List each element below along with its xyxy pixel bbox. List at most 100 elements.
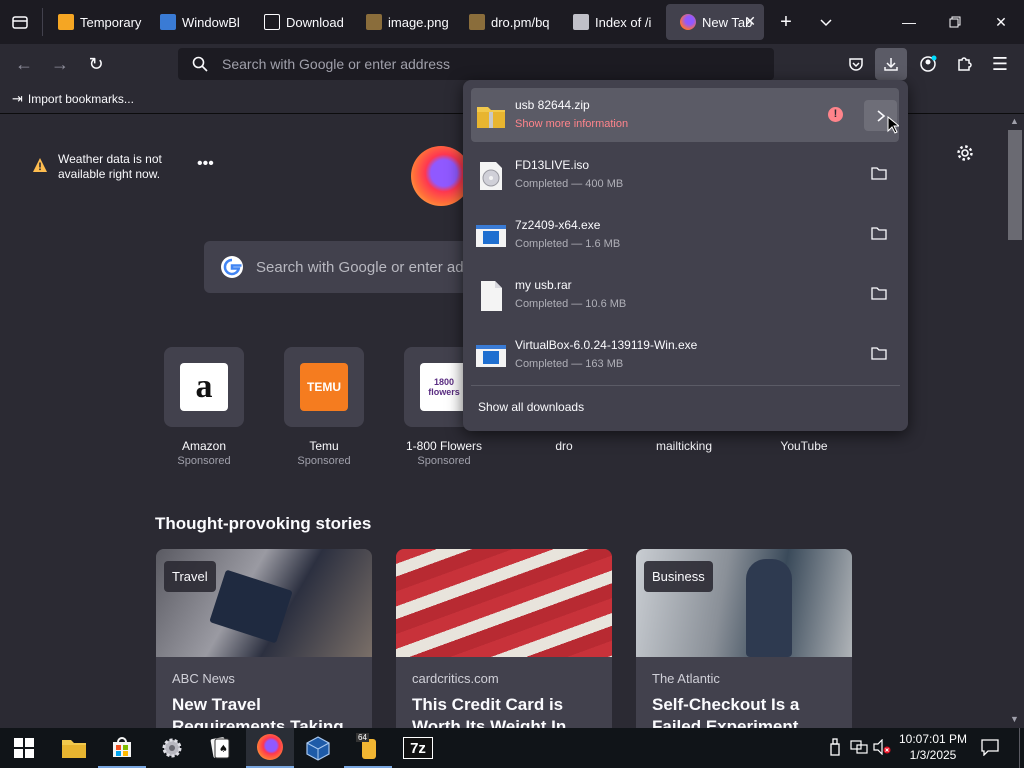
action-center-button[interactable] — [980, 738, 1000, 761]
tab-title: dro.pm/bq — [491, 14, 550, 30]
taskbar-7zip[interactable]: 7z — [394, 728, 442, 768]
shortcut-amazon[interactable]: a Amazon Sponsored — [164, 347, 244, 467]
windowblinds-icon — [160, 14, 176, 30]
folder-icon[interactable] — [871, 286, 887, 300]
taskbar-virtualbox[interactable] — [294, 728, 342, 768]
amazon-logo-icon: a — [180, 363, 228, 411]
tab-temporary[interactable]: Temporary — [44, 4, 144, 40]
taskbar-solitaire[interactable]: ♠ — [196, 728, 244, 768]
volume-muted-tray-icon[interactable] — [873, 738, 891, 760]
taskbar-clock[interactable]: 10:07:01 PM 1/3/2025 — [893, 731, 973, 763]
download-status: Completed — 1.6 MB — [515, 238, 621, 250]
mouse-cursor-icon — [887, 116, 899, 134]
forward-button[interactable]: → — [44, 48, 76, 80]
weather-options-button[interactable]: ••• — [197, 155, 214, 173]
close-tab-icon[interactable]: ✕ — [744, 13, 756, 30]
taskbar-file-explorer[interactable] — [50, 728, 98, 768]
account-icon — [920, 55, 937, 72]
folder-icon[interactable] — [871, 166, 887, 180]
disc-image-icon — [480, 162, 502, 190]
scrollbar-thumb[interactable] — [1008, 130, 1022, 240]
firefox-logo — [411, 146, 471, 206]
reload-icon: ↻ — [88, 53, 104, 74]
firefox-icon — [680, 14, 696, 30]
download-status: Completed — 10.6 MB — [515, 298, 627, 310]
tab-image[interactable]: image.png — [352, 4, 452, 40]
back-button[interactable]: ← — [8, 48, 40, 80]
tab-title: image.png — [388, 14, 449, 30]
download-icon — [884, 58, 898, 71]
tab-strip: Temporary WindowBl Download image.png dr… — [0, 0, 1024, 44]
tab-dro[interactable]: dro.pm/bq — [455, 4, 555, 40]
import-bookmarks-button[interactable]: ⇥ Import bookmarks... — [12, 91, 134, 107]
puzzle-icon — [958, 57, 972, 71]
download-item[interactable]: usb 82644.zip Show more information ! — [471, 88, 899, 142]
download-item[interactable]: my usb.rar Completed — 10.6 MB — [471, 268, 899, 322]
import-icon: ⇥ — [12, 90, 23, 106]
shortcut-name: dro — [555, 439, 573, 453]
pocket-button[interactable] — [840, 48, 872, 80]
scroll-up-arrow-icon[interactable]: ▲ — [1010, 116, 1019, 126]
sponsored-label: Sponsored — [417, 455, 471, 467]
weather-message: Weather data is not available right now. — [58, 152, 162, 181]
download-item[interactable]: 7z2409-x64.exe Completed — 1.6 MB — [471, 208, 899, 262]
minimize-icon: — — [902, 14, 916, 30]
tab-title: WindowBl — [182, 14, 240, 30]
tab-download[interactable]: Download — [250, 4, 350, 40]
story-card[interactable]: Business The Atlantic Self-Checkout Is a… — [636, 549, 852, 749]
downloads-button[interactable] — [875, 48, 907, 80]
tab-new-tab[interactable]: New Tab ✕ — [666, 4, 764, 40]
new-tab-button[interactable]: + — [770, 6, 802, 38]
show-all-downloads-button[interactable]: Show all downloads — [478, 400, 584, 414]
shortcut-temu[interactable]: TEMU Temu Sponsored — [284, 347, 364, 467]
show-desktop-button[interactable] — [1019, 728, 1020, 768]
firefox-view-button[interactable] — [4, 6, 36, 38]
usb-tray-icon[interactable] — [828, 738, 842, 761]
zip-folder-icon — [477, 107, 505, 128]
taskbar-settings-app[interactable] — [148, 728, 196, 768]
url-bar[interactable]: Search with Google or enter address — [178, 48, 774, 80]
download-item[interactable]: FD13LIVE.iso Completed — 400 MB — [471, 148, 899, 202]
download-filename: usb 82644.zip — [515, 98, 590, 112]
network-tray-icon[interactable] — [850, 739, 868, 760]
extensions-button[interactable] — [948, 48, 980, 80]
exe-icon — [476, 345, 506, 367]
list-all-tabs-button[interactable] — [810, 6, 842, 38]
sponsored-label: Sponsored — [297, 455, 351, 467]
passport-image — [209, 569, 293, 644]
gear-icon — [957, 145, 973, 161]
download-status[interactable]: Show more information — [515, 118, 628, 130]
windows-logo-icon — [14, 738, 34, 758]
personalize-button[interactable] — [956, 144, 974, 167]
taskbar-app-64[interactable]: 64 — [344, 728, 392, 768]
story-card[interactable]: cardcritics.com This Credit Card is Wort… — [396, 549, 612, 749]
sponsored-label: Sponsored — [177, 455, 231, 467]
app-menu-button[interactable]: ☰ — [984, 48, 1016, 80]
restore-button[interactable] — [932, 0, 978, 44]
url-placeholder: Search with Google or enter address — [222, 56, 451, 72]
start-button[interactable] — [0, 728, 48, 768]
reload-button[interactable]: ↻ — [80, 48, 112, 80]
firefox-view-icon — [12, 16, 28, 29]
taskbar-store[interactable] — [98, 728, 146, 768]
folder-icon[interactable] — [871, 226, 887, 240]
category-badge: Business — [644, 561, 713, 592]
notification-icon — [981, 739, 999, 757]
downloads-panel: usb 82644.zip Show more information ! FD… — [463, 80, 908, 431]
account-button[interactable] — [912, 48, 944, 80]
tab-index[interactable]: Index of /i — [559, 4, 663, 40]
person-image — [746, 559, 792, 657]
category-badge: Travel — [164, 561, 216, 592]
firefox-icon — [257, 734, 283, 760]
scroll-down-arrow-icon[interactable]: ▼ — [1010, 714, 1019, 724]
folder-icon[interactable] — [871, 346, 887, 360]
taskbar-firefox[interactable] — [246, 728, 294, 768]
panel-divider — [471, 385, 900, 386]
tab-windowblinds[interactable]: WindowBl — [146, 4, 246, 40]
close-window-button[interactable]: ✕ — [978, 0, 1024, 44]
story-card[interactable]: Travel ABC News New Travel Requirements … — [156, 549, 372, 749]
shortcut-name: 1-800 Flowers — [405, 439, 483, 453]
download-item[interactable]: VirtualBox-6.0.24-139119-Win.exe Complet… — [471, 328, 899, 382]
minimize-button[interactable]: — — [886, 0, 932, 44]
more-options-icon: ••• — [197, 155, 214, 172]
